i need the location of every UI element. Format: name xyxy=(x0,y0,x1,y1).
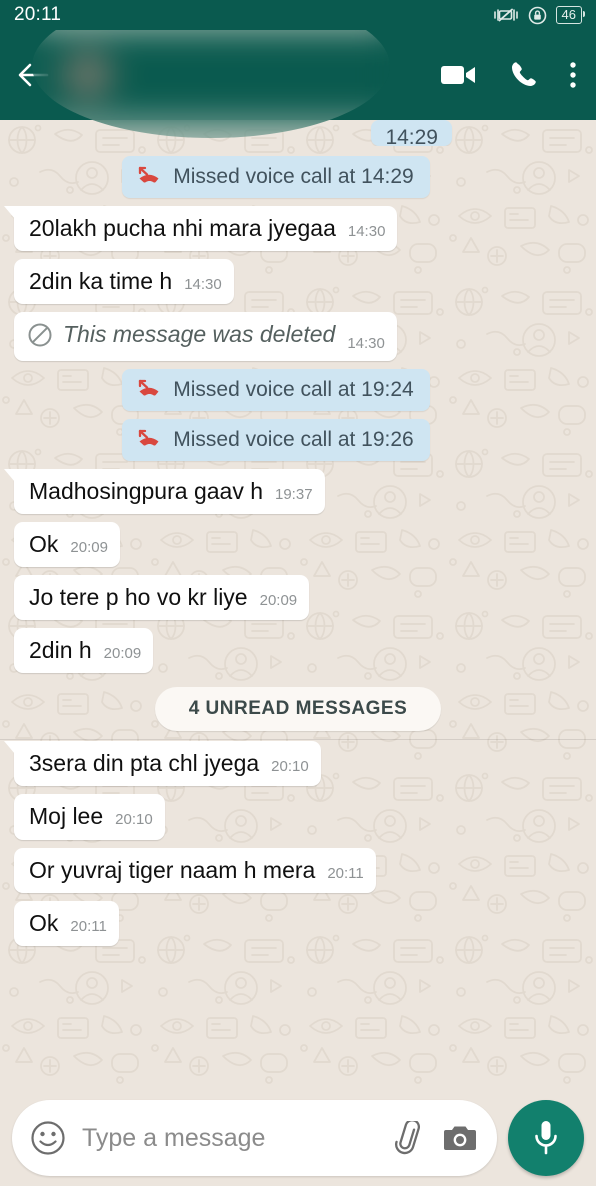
message-timestamp: 14:30 xyxy=(184,276,222,294)
list-item[interactable]: Madhosingpura gaav h 19:37 xyxy=(4,468,582,514)
message-bubble[interactable]: Or yuvraj tiger naam h mera 20:11 xyxy=(14,847,376,893)
chat-header xyxy=(0,30,596,120)
list-item[interactable]: 2din ka time h 14:30 xyxy=(14,259,582,305)
message-text: Jo tere p ho vo kr liye xyxy=(29,584,248,610)
message-timestamp: 20:09 xyxy=(70,538,108,556)
message-bubble[interactable]: Jo tere p ho vo kr liye 20:09 xyxy=(14,575,310,621)
message-bubble[interactable]: Ok 20:09 xyxy=(14,521,120,567)
message-input-container[interactable]: Type a message xyxy=(12,1100,497,1176)
message-bubble[interactable]: Moj lee 20:10 xyxy=(14,794,165,840)
contact-info[interactable] xyxy=(128,74,440,77)
list-item[interactable]: Ok 20:11 xyxy=(14,900,582,946)
whatsapp-chat-screen: 20:11 46 14:29 Missed voice call at 14:2… xyxy=(0,0,596,1186)
message-list[interactable]: 14:29 Missed voice call at 14:29 20lakh … xyxy=(0,120,596,1090)
deleted-message-bubble[interactable]: This message was deleted 14:30 xyxy=(14,312,397,361)
message-rows: 14:29 Missed voice call at 14:29 20lakh … xyxy=(0,120,596,946)
missed-call-bubble[interactable]: Missed voice call at 19:24 xyxy=(122,368,430,411)
clipped-top-message[interactable]: 14:29 xyxy=(14,120,582,146)
message-text: Moj lee xyxy=(29,803,104,830)
deleted-message-text: This message was deleted xyxy=(63,321,336,348)
message-text: 20lakh pucha nhi mara jyegaa xyxy=(29,215,336,241)
missed-call-bubble[interactable]: Missed voice call at 14:29 xyxy=(122,156,430,198)
list-item[interactable]: Ok 20:09 xyxy=(14,521,582,567)
camera-icon[interactable] xyxy=(443,1123,477,1153)
message-text: Ok xyxy=(29,530,59,557)
list-item[interactable]: 3sera din pta chl jyega 20:10 xyxy=(4,741,582,787)
missed-call-icon xyxy=(136,378,162,402)
message-timestamp: 20:10 xyxy=(115,811,153,829)
three-dots-vertical-icon xyxy=(570,62,576,88)
missed-call-text: Missed voice call at 14:29 xyxy=(173,165,414,188)
list-item[interactable]: This message was deleted 14:30 xyxy=(14,312,582,361)
microphone-icon xyxy=(531,1118,561,1158)
message-timestamp: 20:10 xyxy=(271,758,309,776)
message-timestamp: 20:09 xyxy=(103,645,142,663)
video-call-button[interactable] xyxy=(440,62,478,88)
back-arrow-icon xyxy=(17,62,49,88)
message-bubble[interactable]: 3sera din pta chl jyega 20:10 xyxy=(4,741,321,787)
phone-icon xyxy=(512,62,536,86)
list-item[interactable]: Missed voice call at 19:24 xyxy=(14,368,582,411)
lock-circle-icon xyxy=(528,6,547,25)
emoji-smiley-icon[interactable] xyxy=(30,1120,66,1156)
status-bar: 20:11 46 xyxy=(0,0,596,30)
message-timestamp: 20:11 xyxy=(70,917,107,935)
list-item[interactable]: 20lakh pucha nhi mara jyegaa 14:30 xyxy=(3,206,582,252)
message-bubble[interactable]: Ok 20:11 xyxy=(14,900,119,946)
list-item[interactable]: Moj lee 20:10 xyxy=(14,794,582,840)
blocked-circle-icon xyxy=(27,322,53,348)
paperclip-icon[interactable] xyxy=(393,1121,427,1155)
message-bubble[interactable]: Madhosingpura gaav h 19:37 xyxy=(4,468,325,514)
message-bubble[interactable]: 20lakh pucha nhi mara jyegaa 14:30 xyxy=(3,206,398,252)
message-input-bar: Type a message xyxy=(0,1090,596,1186)
list-item[interactable]: Or yuvraj tiger naam h mera 20:11 xyxy=(14,847,582,893)
list-item[interactable]: Missed voice call at 14:29 xyxy=(14,156,582,198)
status-bar-clock: 20:11 xyxy=(14,4,62,25)
video-camera-icon xyxy=(441,66,475,84)
missed-call-text: Missed voice call at 19:26 xyxy=(173,427,414,451)
message-text: Madhosingpura gaav h xyxy=(29,477,263,504)
message-text: 3sera din pta chl jyega xyxy=(29,750,260,777)
missed-call-icon xyxy=(136,428,162,452)
unread-divider-line xyxy=(0,739,596,741)
message-bubble[interactable]: 2din h 20:09 xyxy=(14,628,154,674)
message-text: Ok xyxy=(29,909,59,936)
message-timestamp: 20:11 xyxy=(327,864,364,882)
avatar[interactable] xyxy=(62,49,114,101)
voice-call-button[interactable] xyxy=(508,60,538,90)
header-actions xyxy=(440,60,578,90)
message-text: 2din h xyxy=(29,637,92,664)
status-bar-icons: 46 xyxy=(493,6,586,25)
message-text: Or yuvraj tiger naam h mera xyxy=(29,856,316,883)
message-timestamp: 19:37 xyxy=(275,485,313,503)
message-bubble[interactable]: 2din ka time h 14:30 xyxy=(14,259,234,305)
list-item[interactable]: Jo tere p ho vo kr liye 20:09 xyxy=(14,575,582,621)
message-timestamp: 14:30 xyxy=(347,223,386,240)
voice-record-button[interactable] xyxy=(508,1100,584,1176)
missed-call-bubble[interactable]: Missed voice call at 19:26 xyxy=(122,418,430,461)
deleted-message-content: This message was deleted xyxy=(27,321,335,348)
unread-count-label: 4 UNREAD MESSAGES xyxy=(154,687,442,732)
missed-call-text: Missed voice call at 19:24 xyxy=(173,377,414,401)
message-timestamp: 14:30 xyxy=(347,334,385,352)
battery-icon: 46 xyxy=(555,6,586,24)
overflow-menu-button[interactable] xyxy=(568,60,578,90)
list-item[interactable]: Missed voice call at 19:26 xyxy=(14,418,582,461)
back-button[interactable] xyxy=(10,52,56,98)
list-item[interactable]: 2din h 20:09 xyxy=(14,628,582,674)
search-input[interactable]: Type a message xyxy=(82,1124,377,1153)
message-text: 2din ka time h xyxy=(29,268,173,295)
message-timestamp: 20:09 xyxy=(259,592,298,609)
missed-call-icon xyxy=(136,165,162,189)
clipped-bubble-time: 14:29 xyxy=(371,120,452,146)
unread-divider: 4 UNREAD MESSAGES xyxy=(0,687,596,741)
vibrate-mute-icon xyxy=(493,6,519,24)
